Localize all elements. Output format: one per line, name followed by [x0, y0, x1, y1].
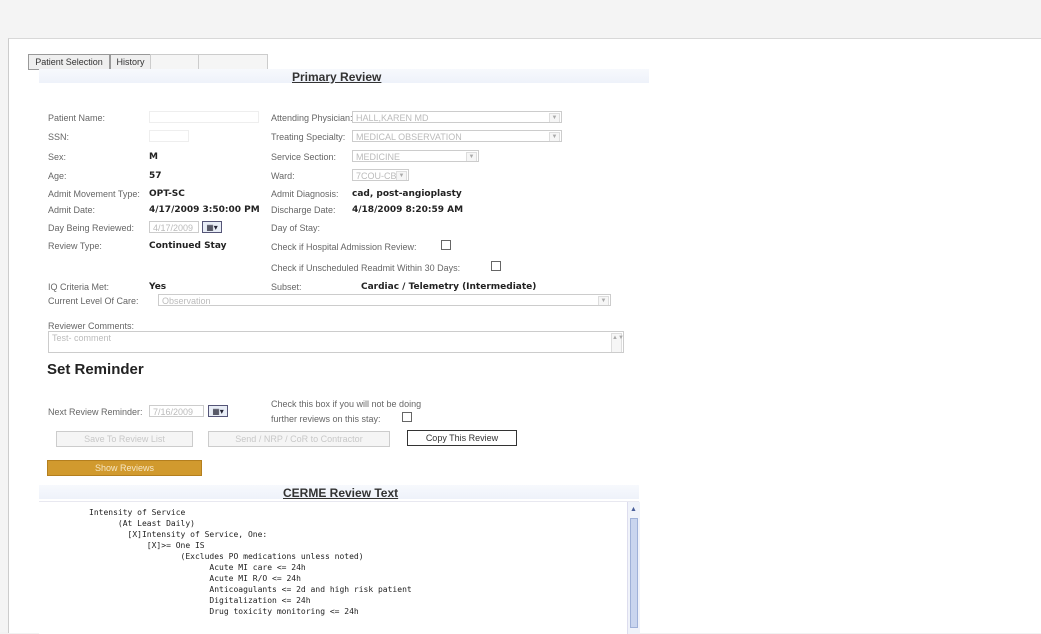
no-further-reviews-label-1: Check this box if you will not be doing	[271, 399, 422, 409]
label-current-level-of-care: Current Level Of Care:	[48, 296, 139, 306]
label-next-review-reminder: Next Review Reminder:	[48, 407, 143, 417]
chevron-down-icon: ▼	[396, 171, 407, 180]
show-reviews-button[interactable]: Show Reviews	[47, 460, 202, 476]
label-ward: Ward:	[271, 171, 295, 181]
cerme-review-text-panel[interactable]: Intensity of Service (At Least Daily) [X…	[39, 501, 640, 634]
chevron-down-icon: ▼	[549, 113, 560, 122]
cerme-line: (Excludes PO medications unless noted)	[89, 552, 364, 561]
cerme-line: Acute MI R/O <= 24h	[89, 574, 301, 583]
send-to-contractor-button[interactable]: Send / NRP / CoR to Contractor	[208, 431, 390, 447]
admit-diagnosis-value: cad, post-angioplasty	[352, 189, 462, 199]
chevron-down-icon: ▼	[466, 152, 477, 161]
label-age: Age:	[48, 171, 67, 181]
cerme-scrollbar[interactable]: ▲	[627, 502, 640, 634]
label-hospital-admission-review: Check if Hospital Admission Review:	[271, 242, 417, 252]
label-admit-date: Admit Date:	[48, 205, 96, 215]
ward-select[interactable]: 7COU-CBR ▼	[352, 169, 409, 181]
label-subset: Subset:	[271, 282, 302, 292]
label-ssn: SSN:	[48, 132, 70, 142]
label-day-being-reviewed: Day Being Reviewed:	[48, 223, 135, 233]
day-being-reviewed-input[interactable]: 4/17/2009	[149, 221, 199, 233]
review-type-value: Continued Stay	[149, 241, 227, 251]
textarea-scrollbar[interactable]: ▲▼	[611, 333, 623, 352]
service-section-value: MEDICINE	[356, 152, 401, 162]
label-iq-criteria-met: IQ Criteria Met:	[48, 282, 110, 292]
cerme-review-title: CERME Review Text	[283, 486, 399, 500]
history-button[interactable]: History	[110, 54, 151, 70]
cerme-line: Intensity of Service	[89, 508, 186, 517]
attending-physician-value: HALL,KAREN MD	[356, 113, 429, 123]
discharge-date-value: 4/18/2009 8:20:59 AM	[352, 205, 464, 215]
cerme-line: [X]Intensity of Service, One:	[89, 530, 268, 539]
label-attending-physician: Attending Physician:	[271, 113, 353, 123]
primary-review-title: Primary Review	[292, 70, 382, 84]
treating-specialty-select[interactable]: MEDICAL OBSERVATION ▼	[352, 130, 562, 142]
attending-physician-select[interactable]: HALL,KAREN MD ▼	[352, 111, 562, 123]
label-patient-name: Patient Name:	[48, 113, 106, 123]
unscheduled-readmit-checkbox[interactable]	[491, 261, 501, 271]
label-reviewer-comments: Reviewer Comments:	[48, 321, 135, 331]
chevron-down-icon: ▼	[549, 132, 560, 141]
label-admit-movement-type: Admit Movement Type:	[48, 189, 140, 199]
age-value: 57	[149, 171, 162, 181]
toolbar-button-4[interactable]	[198, 54, 268, 70]
app-frame: Patient Selection History Primary Review…	[8, 38, 1041, 634]
reviewer-comments-textarea[interactable]: Test- comment ▲▼	[48, 331, 624, 353]
admit-date-value: 4/17/2009 3:50:00 PM	[149, 205, 260, 215]
cerme-line: (At Least Daily)	[89, 519, 195, 528]
scroll-up-arrow-icon[interactable]: ▲	[630, 506, 637, 513]
reviewer-comments-value: Test- comment	[52, 333, 112, 343]
cerme-line: Acute MI care <= 24h	[89, 563, 306, 572]
no-further-reviews-label-2: further reviews on this stay:	[271, 414, 381, 424]
chevron-down-icon: ▼	[598, 296, 609, 305]
treating-specialty-value: MEDICAL OBSERVATION	[356, 132, 462, 142]
label-sex: Sex:	[48, 152, 67, 162]
cerme-line: Digitalization <= 24h	[89, 596, 311, 605]
cerme-line: Anticoagulants <= 2d and high risk patie…	[89, 585, 412, 594]
patient-name-field	[149, 111, 259, 123]
page: Patient Selection History Primary Review…	[0, 0, 1041, 634]
calendar-icon[interactable]: ▦▾	[208, 405, 228, 417]
current-level-of-care-select[interactable]: Observation ▼	[158, 294, 611, 306]
label-unscheduled-readmit: Check if Unscheduled Readmit Within 30 D…	[271, 263, 461, 273]
no-further-reviews-checkbox[interactable]	[402, 412, 412, 422]
label-discharge-date: Discharge Date:	[271, 205, 336, 215]
current-level-of-care-value: Observation	[162, 296, 211, 306]
next-review-reminder-input[interactable]: 7/16/2009	[149, 405, 204, 417]
subset-value: Cardiac / Telemetry (Intermediate)	[361, 282, 537, 292]
calendar-icon[interactable]: ▦▾	[202, 221, 222, 233]
service-section-select[interactable]: MEDICINE ▼	[352, 150, 479, 162]
label-treating-specialty: Treating Specialty:	[271, 132, 346, 142]
label-day-of-stay: Day of Stay:	[271, 223, 321, 233]
toolbar-button-3[interactable]	[150, 54, 200, 70]
ssn-field	[149, 130, 189, 142]
patient-selection-button[interactable]: Patient Selection	[28, 54, 110, 70]
set-reminder-heading: Set Reminder	[47, 361, 144, 378]
hospital-admission-review-checkbox[interactable]	[441, 240, 451, 250]
save-to-review-list-button[interactable]: Save To Review List	[56, 431, 193, 447]
admit-movement-type-value: OPT-SC	[149, 189, 185, 199]
sex-value: M	[149, 152, 158, 162]
label-review-type: Review Type:	[48, 241, 102, 251]
copy-this-review-button[interactable]: Copy This Review	[407, 430, 517, 446]
scrollbar-thumb[interactable]	[630, 518, 638, 628]
label-service-section: Service Section:	[271, 152, 337, 162]
iq-criteria-met-value: Yes	[149, 282, 167, 292]
cerme-line: Drug toxicity monitoring <= 24h	[89, 607, 359, 616]
label-admit-diagnosis: Admit Diagnosis:	[271, 189, 339, 199]
cerme-line: [X]>= One IS	[89, 541, 205, 550]
